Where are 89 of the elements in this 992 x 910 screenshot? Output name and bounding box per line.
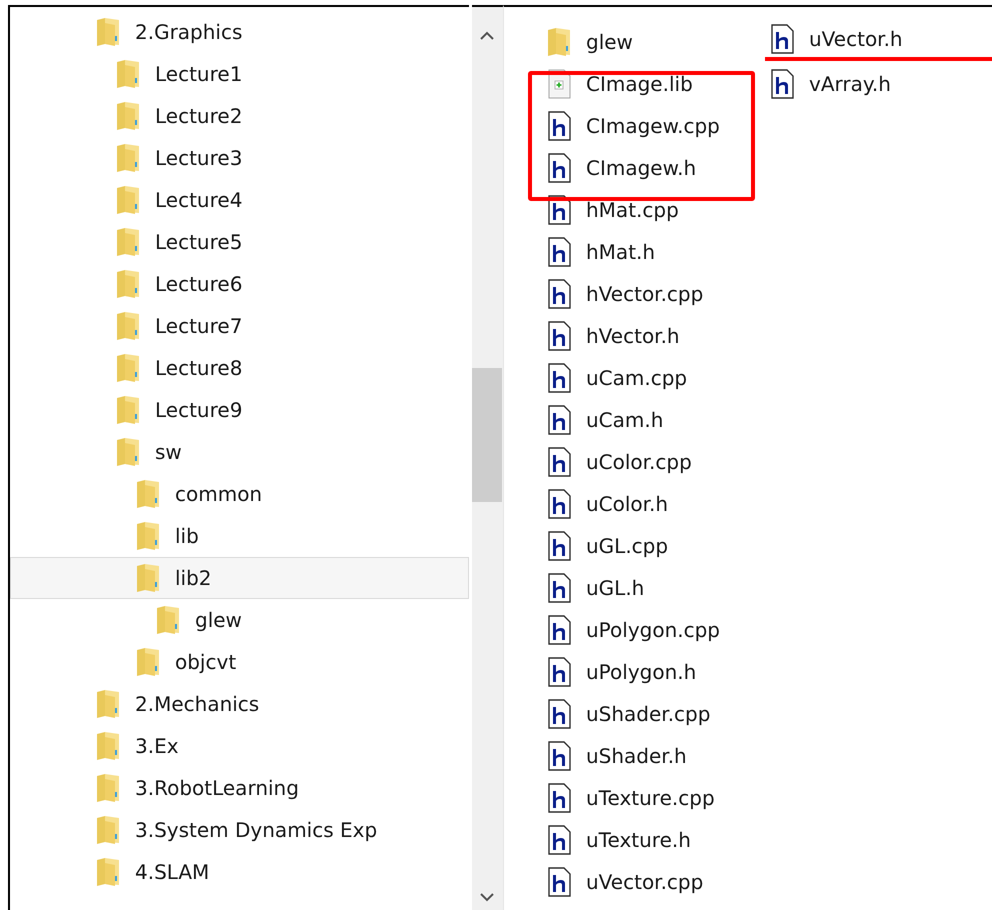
header-file-icon [546,447,572,477]
tree-item[interactable]: glew [10,599,468,641]
file-item[interactable]: uShader.cpp [546,693,769,735]
scrollbar[interactable] [472,5,503,910]
folder-icon [115,311,141,341]
header-file-icon [546,489,572,519]
header-file-icon [546,405,572,435]
file-item[interactable]: CImagew.h [546,147,769,189]
folder-icon [546,27,572,57]
tree-item[interactable]: Lecture6 [10,263,468,305]
file-item[interactable]: uGL.cpp [546,525,769,567]
header-file-icon [546,783,572,813]
folder-icon [95,731,121,761]
tree-item[interactable]: 2.Graphics [10,11,468,53]
header-file-icon [546,321,572,351]
tree-item[interactable]: Lecture3 [10,137,468,179]
file-item[interactable]: uTexture.cpp [546,777,769,819]
folder-icon [95,857,121,887]
folder-icon [115,395,141,425]
file-item[interactable]: uCam.h [546,399,769,441]
folder-icon [95,815,121,845]
header-file-icon [546,153,572,183]
folder-icon [135,647,161,677]
header-file-icon [546,573,572,603]
file-item[interactable]: uPolygon.cpp [546,609,769,651]
scroll-up-icon[interactable] [480,31,494,40]
folder-icon [115,101,141,131]
tree-item[interactable]: objcvt [10,641,468,683]
folder-icon [115,59,141,89]
header-file-icon [546,741,572,771]
header-file-icon [546,363,572,393]
header-file-icon [546,531,572,561]
file-item[interactable]: hMat.h [546,231,769,273]
folder-icon [135,479,161,509]
scrollbar-thumb[interactable] [472,368,502,502]
file-item[interactable]: uColor.h [546,483,769,525]
tree-item[interactable]: sw [10,431,468,473]
tree-item[interactable]: Lecture5 [10,221,468,263]
tree-item[interactable]: common [10,473,468,515]
tree-item[interactable]: Lecture8 [10,347,468,389]
tree-item[interactable]: Lecture7 [10,305,468,347]
tree-item[interactable]: Lecture2 [10,95,468,137]
file-item[interactable]: uVector.h [765,21,992,61]
tree-item[interactable]: Lecture4 [10,179,468,221]
folder-icon [95,689,121,719]
header-file-icon [546,279,572,309]
header-file-icon [546,111,572,141]
tree-item[interactable]: 3.System Dynamics Exp [10,809,468,851]
file-item[interactable]: CImage.lib [546,63,769,105]
folder-icon [115,353,141,383]
folder-icon [135,521,161,551]
header-file-icon [546,237,572,267]
header-file-icon [769,24,795,54]
file-item[interactable]: uPolygon.h [546,651,769,693]
header-file-icon [546,657,572,687]
tree-item[interactable]: 4.SLAM [10,851,468,893]
file-item[interactable]: uTexture.h [546,819,769,861]
header-file-icon [769,69,795,99]
header-file-icon [546,699,572,729]
tree-item[interactable]: 3.Ex [10,725,468,767]
header-file-icon [546,615,572,645]
folder-icon [115,269,141,299]
folder-icon [115,227,141,257]
tree-item[interactable]: 3.RobotLearning [10,767,468,809]
file-item[interactable]: hVector.cpp [546,273,769,315]
header-file-icon [546,825,572,855]
folder-icon [95,17,121,47]
tree-item[interactable]: Lecture1 [10,53,468,95]
tree-item[interactable]: Lecture9 [10,389,468,431]
file-item[interactable]: uColor.cpp [546,441,769,483]
selected-tree-item[interactable]: lib2 [10,557,468,599]
file-item[interactable]: uCam.cpp [546,357,769,399]
file-item[interactable]: uVector.cpp [546,861,769,903]
file-item[interactable]: CImagew.cpp [546,105,769,147]
folder-icon [115,185,141,215]
folder-icon [95,773,121,803]
tree-item[interactable]: lib [10,515,468,557]
folder-icon [135,563,161,593]
folder-icon [115,437,141,467]
folder-icon [115,143,141,173]
tree-item[interactable]: 2.Mechanics [10,683,468,725]
file-item[interactable]: uGL.h [546,567,769,609]
file-item[interactable]: hVector.h [546,315,769,357]
header-file-icon [546,867,572,897]
file-item[interactable]: hMat.cpp [546,189,769,231]
file-item[interactable]: uShader.h [546,735,769,777]
folder-icon [155,605,181,635]
scroll-down-icon[interactable] [480,893,494,902]
file-item[interactable]: vArray.h [769,63,992,105]
